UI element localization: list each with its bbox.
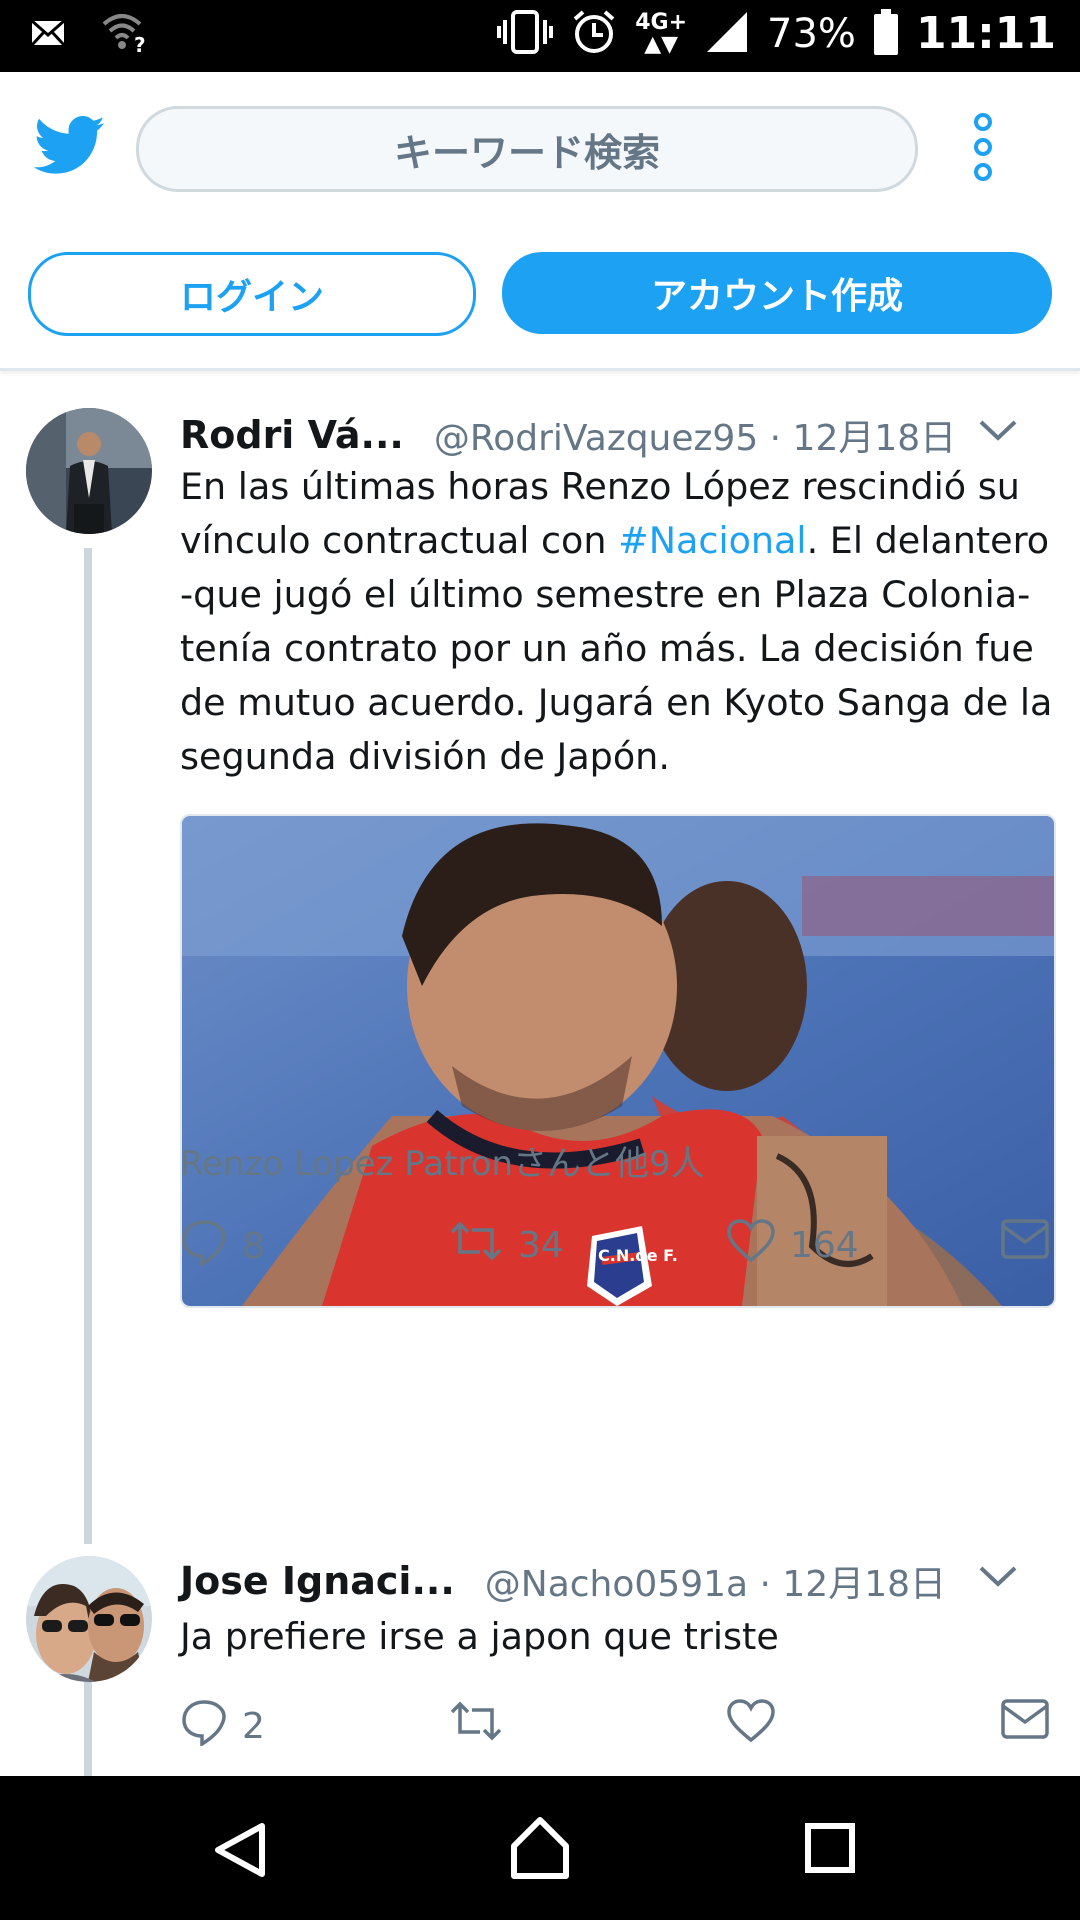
retweet-button[interactable]: 34 <box>448 1218 564 1273</box>
retweet-button[interactable] <box>448 1698 518 1753</box>
battery-percent: 73% <box>767 10 856 57</box>
svg-text:?: ? <box>134 33 146 52</box>
search-input[interactable]: キーワード検索 <box>136 106 918 192</box>
wifi-icon: ? <box>100 12 150 57</box>
status-bar: ? 4G+ ▲▼ 73% 11:11 <box>0 0 1080 72</box>
retweet-icon <box>448 1698 504 1753</box>
like-button[interactable]: 164 <box>726 1218 859 1273</box>
retweet-icon <box>448 1218 504 1273</box>
back-icon[interactable] <box>210 1820 270 1884</box>
author-name[interactable]: Jose Ignaci... <box>180 1559 455 1603</box>
author-handle-date[interactable]: @Nacho0591a · 12月18日 <box>485 1555 946 1607</box>
like-button[interactable] <box>726 1698 790 1753</box>
share-button[interactable] <box>1000 1218 1050 1269</box>
author-name[interactable]: Rodri Vá... <box>180 413 404 457</box>
avatar[interactable] <box>26 408 152 534</box>
chevron-down-icon[interactable] <box>978 418 1018 448</box>
tweet-text: Ja prefiere irse a japon que triste <box>180 1615 779 1658</box>
tweet-header: Jose Ignaci... @Nacho0591a · 12月18日 <box>180 1556 1050 1606</box>
reply-icon <box>180 1698 228 1755</box>
liked-by[interactable]: Renzo Lopez Patronさんと他9人 <box>180 1136 705 1185</box>
tweet-text: En las últimas horas Renzo López rescind… <box>180 465 1053 778</box>
alarm-icon <box>571 9 617 59</box>
tweet[interactable]: Rodri Vá... @RodriVazquez95 · 12月18日 En … <box>0 400 1080 1544</box>
twitter-logo-icon[interactable] <box>33 116 106 176</box>
tweet-header: Rodri Vá... @RodriVazquez95 · 12月18日 <box>180 410 1050 460</box>
thread-line <box>84 1682 92 1782</box>
like-icon <box>726 1218 776 1273</box>
like-icon <box>726 1698 776 1753</box>
login-button[interactable]: ログイン <box>28 252 476 336</box>
vibrate-icon <box>497 9 554 58</box>
share-button[interactable] <box>1000 1698 1050 1749</box>
message-icon <box>1000 1218 1050 1269</box>
signup-button[interactable]: アカウント作成 <box>502 252 1052 334</box>
mail-icon <box>30 15 66 53</box>
recents-icon[interactable] <box>804 1822 856 1878</box>
battery-icon <box>873 8 898 59</box>
hashtag-link[interactable]: #Nacional <box>618 519 806 562</box>
more-options-icon[interactable] <box>970 112 996 182</box>
reply-button[interactable]: 2 <box>180 1698 265 1755</box>
chevron-down-icon[interactable] <box>978 1564 1018 1594</box>
app-header: キーワード検索 ログイン アカウント作成 <box>0 72 1080 371</box>
thread-line <box>84 548 92 1544</box>
home-icon[interactable] <box>508 1814 572 1886</box>
author-handle-date[interactable]: @RodriVazquez95 · 12月18日 <box>434 409 956 461</box>
system-nav-bar <box>0 1776 1080 1920</box>
message-icon <box>1000 1698 1050 1749</box>
reply-button[interactable]: 8 <box>180 1218 265 1275</box>
tweet[interactable]: Jose Ignaci... @Nacho0591a · 12月18日 Ja p… <box>0 1556 1080 1782</box>
tweet-actions: 2 <box>180 1698 1060 1758</box>
signal-icon <box>705 10 749 58</box>
network-type: 4G+ ▲▼ <box>635 9 688 57</box>
tweet-actions: 8 34 164 <box>180 1218 1060 1278</box>
reply-icon <box>180 1218 228 1275</box>
clock: 11:11 <box>915 8 1056 59</box>
avatar[interactable] <box>26 1556 152 1682</box>
